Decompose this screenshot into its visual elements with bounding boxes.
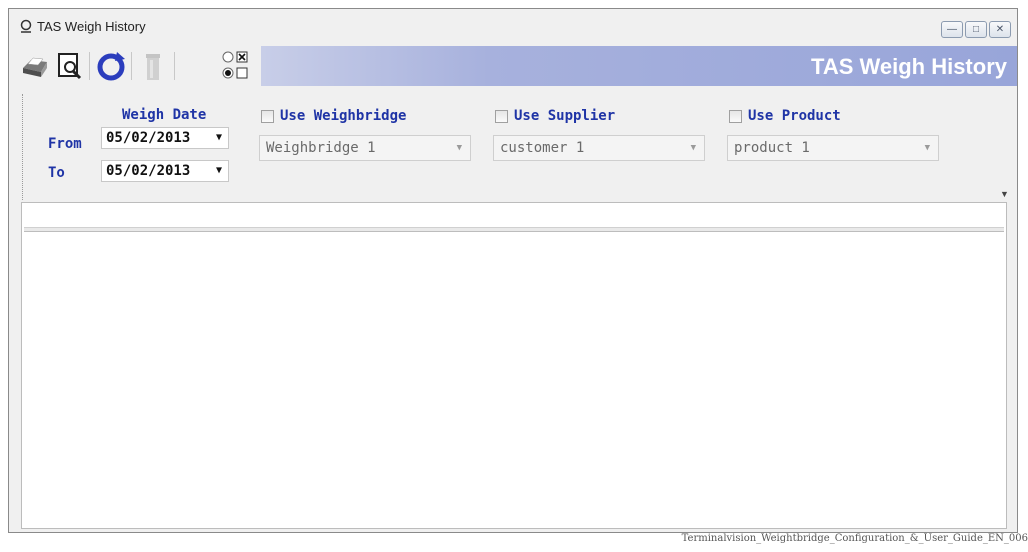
use-weighbridge-checkbox[interactable] xyxy=(261,110,274,123)
maximize-button[interactable]: □ xyxy=(965,21,987,38)
toolbar-divider xyxy=(89,52,90,80)
app-icon xyxy=(20,19,32,33)
from-label: From xyxy=(48,136,82,152)
minimize-button[interactable]: — xyxy=(941,21,963,38)
weigh-date-label: Weigh Date xyxy=(122,107,207,123)
delete-icon[interactable] xyxy=(141,50,165,82)
title-bar: TAS Weigh History — □ ✕ xyxy=(9,9,1017,45)
banner-title: TAS Weigh History xyxy=(811,54,1007,79)
radio-checkbox-toggle-icon[interactable] xyxy=(221,48,255,84)
product-value: product 1 xyxy=(734,140,810,156)
close-button[interactable]: ✕ xyxy=(989,21,1011,38)
from-date-value: 05/02/2013 xyxy=(106,130,191,146)
maximize-icon: □ xyxy=(972,24,980,35)
printer-icon[interactable] xyxy=(19,50,51,82)
window-title: TAS Weigh History xyxy=(37,19,146,34)
use-product-checkbox[interactable] xyxy=(729,110,742,123)
toolbar-divider xyxy=(131,52,132,80)
chevron-down-icon[interactable]: ▼ xyxy=(691,136,696,160)
chevron-down-icon[interactable]: ▼ xyxy=(925,136,930,160)
chevron-down-icon[interactable]: ▼ xyxy=(216,128,222,148)
supplier-select[interactable]: customer 1 ▼ xyxy=(493,135,705,161)
use-product-label: Use Product xyxy=(748,108,841,124)
close-icon: ✕ xyxy=(995,24,1005,35)
title-banner: TAS Weigh History xyxy=(261,46,1017,86)
use-supplier-label: Use Supplier xyxy=(514,108,616,124)
weighbridge-value: Weighbridge 1 xyxy=(266,140,376,156)
from-date-picker[interactable]: 05/02/2013 ▼ xyxy=(101,127,229,149)
product-select[interactable]: product 1 ▼ xyxy=(727,135,939,161)
app-window: TAS Weigh History — □ ✕ TAS Weigh Histor… xyxy=(8,8,1018,533)
collapse-panel-icon[interactable]: ▼ xyxy=(1000,189,1009,199)
use-weighbridge-label: Use Weighbridge xyxy=(280,108,407,124)
grid-header-separator xyxy=(24,227,1004,232)
to-date-picker[interactable]: 05/02/2013 ▼ xyxy=(101,160,229,182)
panel-grip xyxy=(22,94,24,200)
chevron-down-icon[interactable]: ▼ xyxy=(216,161,222,181)
toolbar: TAS Weigh History xyxy=(11,46,1017,87)
results-grid[interactable] xyxy=(21,202,1007,529)
figure-caption: Terminalvision_Weightbridge_Configuratio… xyxy=(681,533,1028,544)
minimize-icon: — xyxy=(947,24,957,35)
supplier-value: customer 1 xyxy=(500,140,585,156)
weighbridge-select[interactable]: Weighbridge 1 ▼ xyxy=(259,135,471,161)
to-date-value: 05/02/2013 xyxy=(106,163,191,179)
toolbar-divider xyxy=(174,52,175,80)
chevron-down-icon[interactable]: ▼ xyxy=(457,136,462,160)
to-label: To xyxy=(48,165,65,181)
use-supplier-checkbox[interactable] xyxy=(495,110,508,123)
refresh-icon[interactable] xyxy=(95,50,127,82)
print-preview-icon[interactable] xyxy=(55,50,85,82)
